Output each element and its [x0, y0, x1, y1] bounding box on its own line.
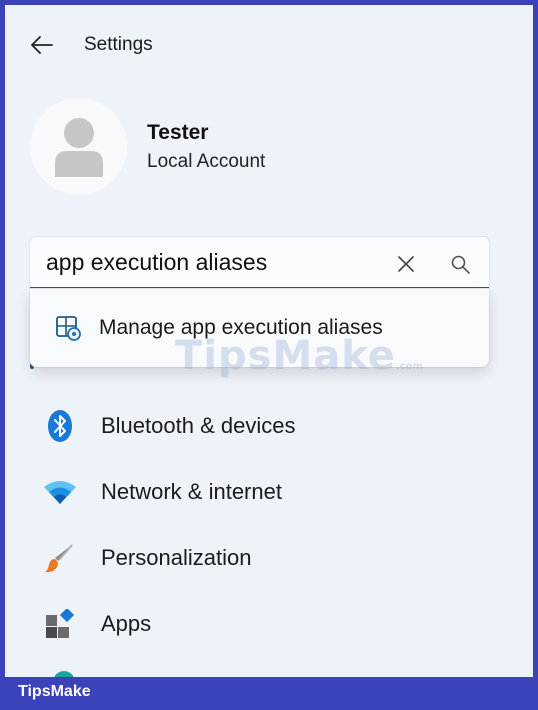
nav-item-personalization[interactable]: Personalization — [5, 525, 533, 591]
footer-brand: TipsMake — [18, 683, 91, 700]
accounts-icon — [53, 671, 75, 677]
nav-label-network: Network & internet — [101, 479, 282, 504]
search-input[interactable] — [46, 242, 376, 282]
wifi-icon — [43, 475, 77, 509]
nav-label-personalization: Personalization — [101, 545, 252, 570]
profile-name: Tester — [147, 120, 209, 144]
close-icon — [398, 256, 414, 272]
back-arrow-icon — [31, 36, 53, 54]
watermark-text: TipsMake — [175, 333, 396, 379]
app-title: Settings — [84, 34, 153, 55]
profile-text: Tester Local Account — [147, 121, 265, 173]
nav-label-apps: Apps — [101, 611, 152, 636]
profile-account-type: Local Account — [147, 150, 266, 172]
user-profile[interactable]: Tester Local Account — [30, 98, 265, 195]
bluetooth-icon — [43, 409, 77, 443]
search-button[interactable] — [445, 249, 475, 279]
app-settings-icon — [54, 314, 82, 342]
user-avatar-icon — [54, 117, 103, 177]
watermark-suffix: .com — [395, 361, 423, 372]
title-bar: Settings — [5, 25, 533, 65]
settings-window: Settings Tester Local Account app execut… — [5, 5, 533, 677]
brush-icon — [43, 541, 77, 575]
nav-item-network[interactable]: Network & internet — [5, 459, 533, 525]
nav-list: Bluetooth & devices Network & internet P… — [5, 393, 533, 657]
watermark: TipsMake.com — [175, 333, 423, 379]
avatar — [30, 98, 127, 195]
apps-icon — [43, 607, 77, 641]
nav-label-bluetooth: Bluetooth & devices — [101, 413, 296, 438]
clear-search-button[interactable] — [391, 249, 421, 279]
nav-item-apps[interactable]: Apps — [5, 591, 533, 657]
search-box[interactable] — [30, 237, 489, 289]
nav-item-bluetooth[interactable]: Bluetooth & devices — [5, 393, 533, 459]
back-button[interactable] — [22, 25, 62, 65]
search-icon — [451, 255, 470, 274]
